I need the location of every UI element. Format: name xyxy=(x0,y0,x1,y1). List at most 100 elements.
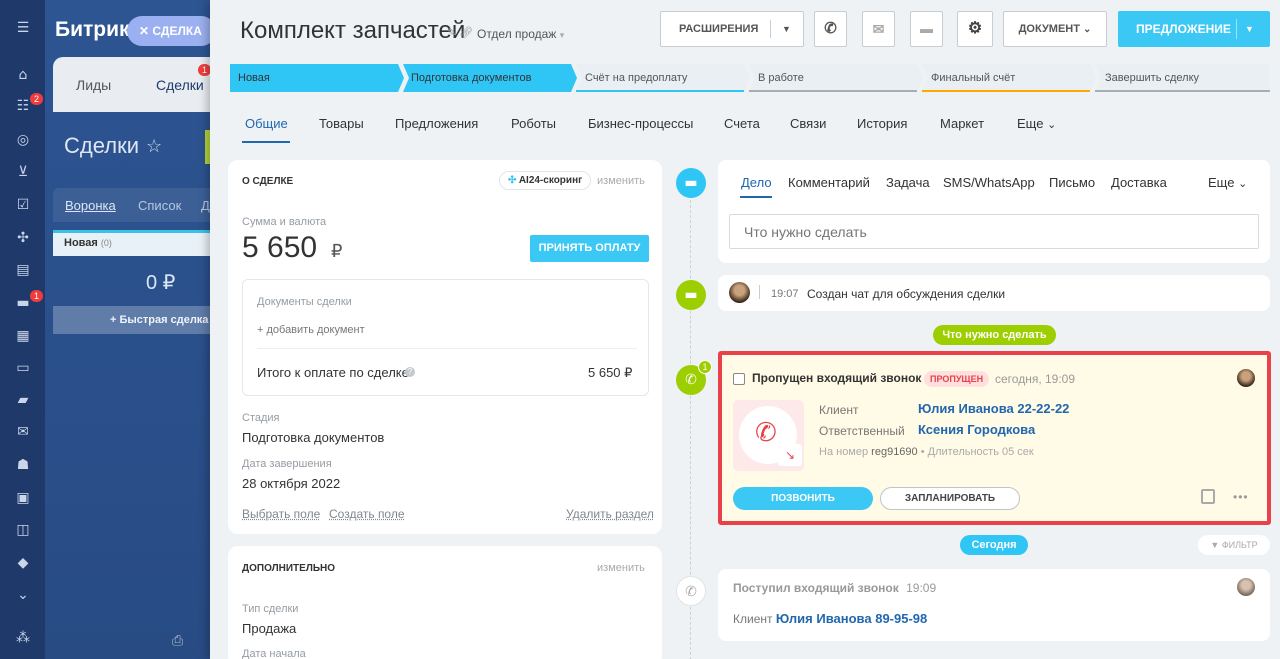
help-icon[interactable]: ? xyxy=(405,367,415,377)
call-when: сегодня, 19:09 xyxy=(995,372,1076,386)
today-pill: Сегодня xyxy=(960,535,1028,555)
gear-icon[interactable]: ⚙ xyxy=(957,11,993,47)
avatar xyxy=(1237,578,1255,596)
select-field-link[interactable]: Выбрать поле xyxy=(242,507,320,521)
tab-active-underline xyxy=(242,141,290,143)
page-title: Комплект запчастей xyxy=(240,17,466,44)
calendar-icon[interactable]: ▤ xyxy=(13,260,33,280)
stage-prepay-line xyxy=(576,90,744,92)
complete-checkbox[interactable] xyxy=(733,373,745,385)
bg-view-list[interactable]: Список xyxy=(138,198,181,213)
menu-icon[interactable]: ☰ xyxy=(13,18,33,38)
target-icon[interactable]: ◎ xyxy=(13,130,33,150)
incoming-client-link[interactable]: Юлия Иванова 89-95-98 xyxy=(776,611,927,626)
users-icon[interactable]: ☗ xyxy=(13,455,33,475)
structure-icon[interactable]: ⁂ xyxy=(13,628,33,648)
contact-icon[interactable]: ▣ xyxy=(13,488,33,508)
about-edit-link[interactable]: изменить xyxy=(597,175,645,187)
stage-label: Новая xyxy=(238,72,270,84)
tab-links[interactable]: Связи xyxy=(790,116,826,131)
proposal-button[interactable]: ПРЕДЛОЖЕНИЕ ▼ xyxy=(1118,11,1270,47)
bg-view-funnel[interactable]: Воронка xyxy=(65,198,116,213)
tab-history[interactable]: История xyxy=(857,116,907,131)
schedule-button[interactable]: ЗАПЛАНИРОВАТЬ xyxy=(880,487,1020,510)
task-icon[interactable]: ☑ xyxy=(13,195,33,215)
duration: • Длительность 05 сек xyxy=(920,446,1034,458)
drive-icon[interactable]: ▰ xyxy=(13,390,33,410)
chat-time: 19:07 xyxy=(771,288,799,300)
chat-event-icon: ▬ xyxy=(676,280,706,310)
call-back-button[interactable]: ПОЗВОНИТЬ xyxy=(733,487,873,510)
incoming-time: 19:09 xyxy=(906,581,937,595)
star-icon[interactable]: ☆ xyxy=(146,136,162,157)
call-illustration: ✆ ↘ xyxy=(733,400,804,471)
add-document-link[interactable]: + добавить документ xyxy=(257,324,365,336)
extensions-button[interactable]: РАСШИРЕНИЯ ▼ xyxy=(660,11,804,47)
mail-icon[interactable]: ✉ xyxy=(862,11,895,47)
mail-icon[interactable]: ✉ xyxy=(13,422,33,442)
chat-icon[interactable]: ▬ xyxy=(910,11,943,47)
rail-badge: 2 xyxy=(30,93,44,105)
tab-invoices[interactable]: Счета xyxy=(724,116,760,131)
scoring-badge[interactable]: ✣ AI24-скоринг xyxy=(499,171,592,190)
stage-field-value[interactable]: Подготовка документов xyxy=(242,430,384,445)
tab-bizproc[interactable]: Бизнес-процессы xyxy=(588,116,693,131)
deal-type-value[interactable]: Продажа xyxy=(242,621,296,636)
tab-more[interactable]: Еще ⌄ xyxy=(1017,116,1056,131)
phone-icon: ✆ xyxy=(755,418,777,448)
bg-tab-deals[interactable]: Сделки xyxy=(156,77,204,93)
composer-tab-mail[interactable]: Письмо xyxy=(1049,175,1095,190)
tab-products[interactable]: Товары xyxy=(319,116,364,131)
incoming-call-card xyxy=(718,569,1270,641)
chevron-down-icon: ▾ xyxy=(559,30,565,40)
document-icon[interactable]: ▭ xyxy=(13,358,33,378)
composer-tab-comment[interactable]: Комментарий xyxy=(788,175,870,190)
todo-input[interactable] xyxy=(729,214,1259,249)
bg-tab-leads[interactable]: Лиды xyxy=(76,77,111,93)
composer-tab-activity[interactable]: Дело xyxy=(741,175,772,190)
responsible-link[interactable]: Ксения Городкова xyxy=(918,422,1035,437)
box-icon[interactable]: ◆ xyxy=(13,553,33,573)
apps-icon[interactable]: ✣ xyxy=(13,228,33,248)
delete-section-link[interactable]: Удалить раздел xyxy=(566,507,654,521)
stage-label: Подготовка документов xyxy=(411,72,532,84)
note-icon[interactable] xyxy=(1201,489,1215,504)
robot-icon[interactable]: ◫ xyxy=(13,520,33,540)
divider xyxy=(759,285,760,299)
close-date-value[interactable]: 28 октября 2022 xyxy=(242,476,340,491)
composer-tab-task[interactable]: Задача xyxy=(886,175,930,190)
create-field-link[interactable]: Создать поле xyxy=(329,507,405,521)
more-icon[interactable]: ••• xyxy=(1233,490,1249,504)
tab-proposals[interactable]: Предложения xyxy=(395,116,478,131)
bg-column-new: Новая (0) xyxy=(64,237,112,249)
extra-edit-link[interactable]: изменить xyxy=(597,562,645,574)
divider xyxy=(257,348,637,349)
bg-view-more[interactable]: Д xyxy=(201,198,210,213)
accept-payment-button[interactable]: ПРИНЯТЬ ОПЛАТУ xyxy=(530,235,649,262)
deal-chip[interactable]: ✕ СДЕЛКА xyxy=(127,16,216,46)
tab-general[interactable]: Общие xyxy=(245,116,288,131)
schedule-icon[interactable]: ▦ xyxy=(13,326,33,346)
stage-label: Финальный счёт xyxy=(931,72,1016,84)
chevron-down-icon[interactable]: ⌄ xyxy=(13,585,33,605)
phone-icon[interactable]: ✆ xyxy=(814,11,847,47)
edit-title-icon[interactable]: ✎ 🔗︎ xyxy=(447,26,473,39)
composer-tab-delivery[interactable]: Доставка xyxy=(1111,175,1167,190)
cart-icon[interactable]: ⊻ xyxy=(13,162,33,182)
divider xyxy=(770,20,771,38)
department-select[interactable]: Отдел продаж ▾ xyxy=(477,27,564,41)
composer-tab-more[interactable]: Еще ⌄ xyxy=(1208,175,1247,190)
chevron-down-icon: ⌄ xyxy=(1047,119,1057,131)
bg-page-title: Сделки xyxy=(64,133,139,158)
printer-icon[interactable]: ⎙ xyxy=(172,632,183,649)
filter-button[interactable]: ▼ ФИЛЬТР xyxy=(1198,535,1270,555)
bg-quick-deal[interactable]: + Быстрая сделка xyxy=(53,306,213,334)
department-label: Отдел продаж xyxy=(477,27,557,41)
sum-value: 5 650 xyxy=(242,231,318,264)
tab-robots[interactable]: Роботы xyxy=(511,116,556,131)
document-button[interactable]: ДОКУМЕНТ ⌄ xyxy=(1003,11,1107,47)
composer-tab-sms[interactable]: SMS/WhatsApp xyxy=(943,175,1035,190)
client-link[interactable]: Юлия Иванова 22-22-22 xyxy=(918,401,1069,416)
home-icon[interactable]: ⌂ xyxy=(13,65,33,85)
tab-market[interactable]: Маркет xyxy=(940,116,984,131)
